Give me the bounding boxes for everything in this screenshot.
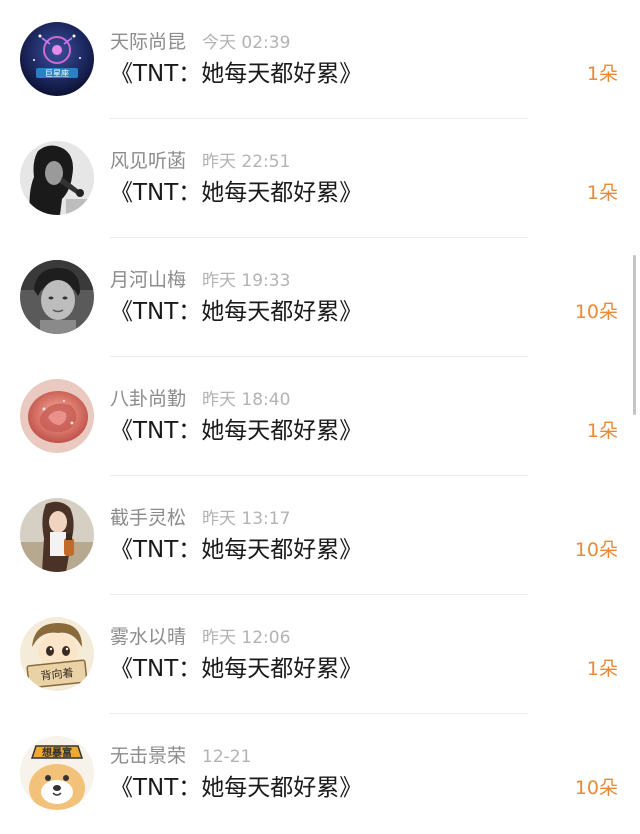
list-item[interactable]: 巨星座 天际尚昆 今天 02:39 《TNT：她每天都好累》 1朵: [0, 0, 640, 119]
flower-count: 1朵: [586, 658, 618, 680]
gift-record-list: 巨星座 天际尚昆 今天 02:39 《TNT：她每天都好累》 1朵 风见听菡 昨天 …: [0, 0, 640, 834]
timestamp: 昨天 13:17: [202, 509, 291, 529]
cartoon-boy-avatar-icon: 背向着: [20, 617, 94, 691]
timestamp: 12-21: [202, 747, 252, 767]
user-name[interactable]: 八卦尚勤: [110, 388, 186, 410]
user-name[interactable]: 截手灵松: [110, 507, 186, 529]
flower-count: 10朵: [574, 777, 618, 799]
item-meta: 天际尚昆 今天 02:39: [110, 28, 290, 56]
flower-count: 1朵: [586, 63, 618, 85]
flower-count: 1朵: [586, 182, 618, 204]
user-name[interactable]: 天际尚昆: [110, 31, 186, 53]
list-item[interactable]: 想暴富 无击景荣 12-21 《TNT：她每天都好累》 10朵: [0, 714, 640, 833]
item-title[interactable]: 《TNT：她每天都好累》: [110, 653, 362, 685]
item-meta: 风见听菡 昨天 22:51: [110, 147, 290, 175]
timestamp: 昨天 22:51: [202, 152, 291, 172]
singer-photo-avatar-icon: [20, 141, 94, 215]
avatar[interactable]: [20, 379, 94, 453]
list-item[interactable]: 八卦尚勤 昨天 18:40 《TNT：她每天都好累》 1朵: [0, 357, 640, 476]
avatar[interactable]: 背向着: [20, 617, 94, 691]
scrollbar[interactable]: [633, 255, 636, 415]
constellation-avatar-icon: 巨星座: [20, 22, 94, 96]
item-title[interactable]: 《TNT：她每天都好累》: [110, 296, 362, 328]
timestamp: 昨天 12:06: [202, 628, 291, 648]
item-meta: 雾水以晴 昨天 12:06: [110, 623, 290, 651]
item-title[interactable]: 《TNT：她每天都好累》: [110, 58, 362, 90]
avatar[interactable]: [20, 498, 94, 572]
flower-count: 1朵: [586, 420, 618, 442]
user-name[interactable]: 雾水以晴: [110, 626, 186, 648]
item-meta: 截手灵松 昨天 13:17: [110, 504, 290, 532]
list-item[interactable]: 背向着 雾水以晴 昨天 12:06 《TNT：她每天都好累》 1朵: [0, 595, 640, 714]
timestamp: 昨天 18:40: [202, 390, 291, 410]
item-title[interactable]: 《TNT：她每天都好累》: [110, 772, 362, 804]
item-meta: 月河山梅 昨天 19:33: [110, 266, 290, 294]
avatar-text: 想暴富: [41, 746, 72, 759]
avatar[interactable]: [20, 260, 94, 334]
user-name[interactable]: 月河山梅: [110, 269, 186, 291]
list-item[interactable]: 月河山梅 昨天 19:33 《TNT：她每天都好累》 10朵: [0, 238, 640, 357]
flower-count: 10朵: [574, 301, 618, 323]
flower-count: 10朵: [574, 539, 618, 561]
item-title[interactable]: 《TNT：她每天都好累》: [110, 534, 362, 566]
avatar[interactable]: 巨星座: [20, 22, 94, 96]
item-title[interactable]: 《TNT：她每天都好累》: [110, 177, 362, 209]
list-item[interactable]: 风见听菡 昨天 22:51 《TNT：她每天都好累》 1朵: [0, 119, 640, 238]
timestamp: 今天 02:39: [202, 33, 291, 53]
user-name[interactable]: 无击景荣: [110, 745, 186, 767]
timestamp: 昨天 19:33: [202, 271, 291, 291]
list-item[interactable]: 截手灵松 昨天 13:17 《TNT：她每天都好累》 10朵: [0, 476, 640, 595]
avatar[interactable]: [20, 141, 94, 215]
user-name[interactable]: 风见听菡: [110, 150, 186, 172]
item-title[interactable]: 《TNT：她每天都好累》: [110, 415, 362, 447]
portrait-photo-avatar-icon: [20, 260, 94, 334]
avatar[interactable]: 想暴富: [20, 736, 94, 810]
avatar-text: 巨星座: [45, 68, 69, 78]
item-meta: 无击景荣 12-21: [110, 742, 251, 770]
item-meta: 八卦尚勤 昨天 18:40: [110, 385, 290, 413]
girl-photo-avatar-icon: [20, 498, 94, 572]
rose-avatar-icon: [20, 379, 94, 453]
cartoon-dog-avatar-icon: 想暴富: [20, 736, 94, 810]
